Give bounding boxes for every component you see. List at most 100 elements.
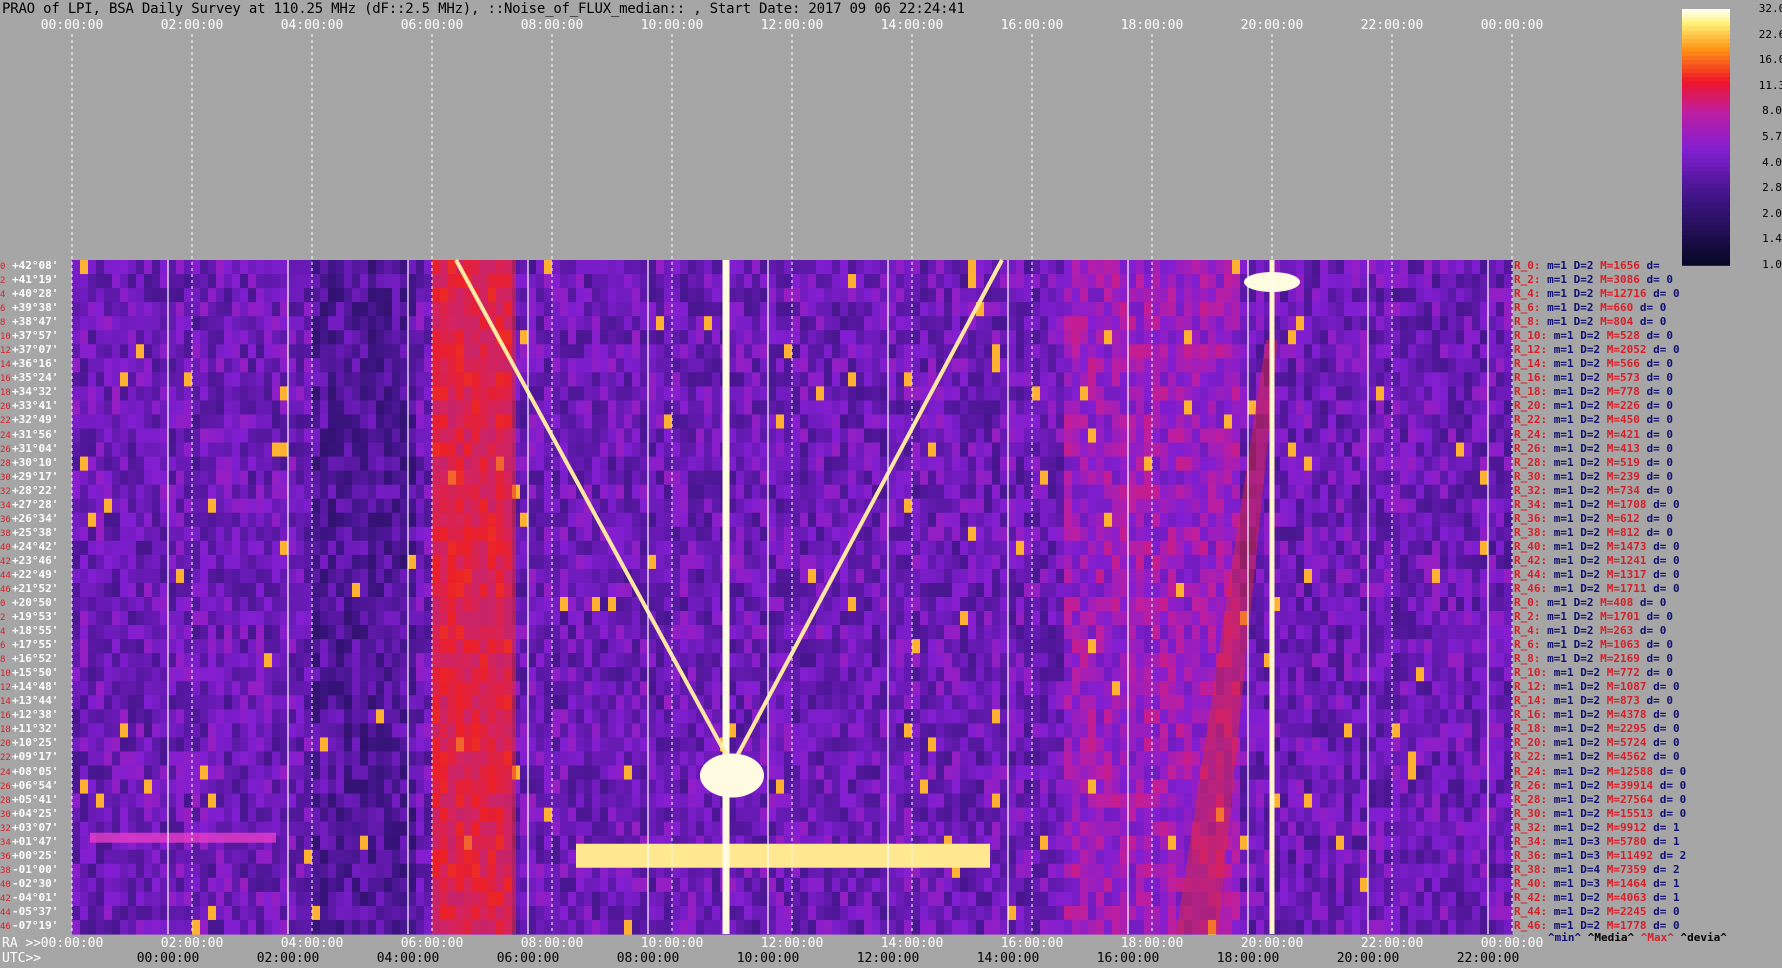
heatmap-cell <box>1432 442 1441 458</box>
heatmap-cell <box>368 358 377 373</box>
heatmap-cell <box>792 456 801 472</box>
heatmap-cell <box>992 302 1001 317</box>
heatmap-cell <box>1096 386 1105 402</box>
heatmap-cell <box>320 302 329 317</box>
heatmap-cell <box>1032 470 1041 486</box>
heatmap-cell <box>168 498 177 514</box>
heatmap-cell <box>1032 484 1041 500</box>
heatmap-cell <box>648 554 657 570</box>
heatmap-cell <box>1424 484 1433 500</box>
heatmap-cell <box>800 274 809 289</box>
heatmap-cell <box>1336 400 1345 416</box>
heatmap-cell <box>648 428 657 444</box>
heatmap-cell <box>1216 442 1225 458</box>
heatmap-cell <box>1016 400 1025 416</box>
heatmap-cell <box>624 344 633 359</box>
heatmap-cell <box>400 414 409 430</box>
heatmap-cell <box>832 288 841 303</box>
heatmap-cell <box>1144 639 1153 654</box>
heatmap-cell <box>1280 400 1289 416</box>
heatmap-cell <box>184 372 193 387</box>
heatmap-cell <box>624 288 633 303</box>
heatmap-cell <box>1248 344 1257 359</box>
heatmap-cell <box>1280 344 1289 359</box>
heatmap-cell <box>168 316 177 331</box>
heatmap-cell <box>904 568 913 584</box>
heatmap-cell <box>1008 582 1017 598</box>
heatmap-cell <box>648 260 657 275</box>
heatmap-cell <box>1184 330 1193 345</box>
heatmap-cell <box>1232 302 1241 317</box>
heatmap-cell <box>1048 442 1057 458</box>
heatmap-cell <box>1040 386 1049 402</box>
heatmap-cell <box>520 554 529 570</box>
heatmap-cell <box>1448 386 1457 402</box>
heatmap-cell <box>760 526 769 542</box>
heatmap-cell <box>376 260 385 275</box>
heatmap-cell <box>528 442 537 458</box>
heatmap-cell <box>680 274 689 289</box>
heatmap-cell <box>1416 554 1425 570</box>
heatmap-cell <box>736 386 745 402</box>
heatmap-cell <box>592 470 601 486</box>
heatmap-cell <box>1048 274 1057 289</box>
heatmap-cell <box>1464 554 1473 570</box>
heatmap-cell <box>1392 386 1401 402</box>
heatmap-cell <box>1384 400 1393 416</box>
heatmap-cell <box>256 260 265 275</box>
heatmap-cell <box>1488 625 1497 640</box>
heatmap-cell <box>216 484 225 500</box>
heatmap-cell <box>416 428 425 444</box>
heatmap-cell <box>368 639 377 654</box>
heatmap-cell <box>984 512 993 528</box>
heatmap-cell <box>1224 554 1233 570</box>
heatmap-cell <box>840 442 849 458</box>
heatmap-cell <box>1120 470 1129 486</box>
heatmap-cell <box>688 526 697 542</box>
heatmap-cell <box>280 372 289 387</box>
heatmap-cell <box>304 260 313 275</box>
heatmap-cell <box>1040 597 1049 612</box>
heatmap-cell <box>1224 400 1233 416</box>
heatmap-cell <box>1384 498 1393 514</box>
heatmap-cell <box>1064 611 1073 626</box>
heatmap-cell <box>648 442 657 458</box>
heatmap-cell <box>752 330 761 345</box>
heatmap-cell <box>1080 611 1089 626</box>
heatmap-cell <box>1448 442 1457 458</box>
heatmap-cell <box>944 568 953 584</box>
heatmap-cell <box>1488 274 1497 289</box>
heatmap-cell <box>1160 568 1169 584</box>
heatmap-cell <box>1344 260 1353 275</box>
heatmap-cell <box>624 316 633 331</box>
heatmap-cell <box>336 568 345 584</box>
heatmap-cell <box>1040 330 1049 345</box>
heatmap-cell <box>392 456 401 472</box>
heatmap-cell <box>808 372 817 387</box>
heatmap-cell <box>1040 428 1049 444</box>
heatmap-cell <box>656 344 665 359</box>
heatmap-cell <box>144 260 153 275</box>
heatmap-cell <box>224 428 233 444</box>
heatmap-cell <box>1456 372 1465 387</box>
heatmap-cell <box>760 582 769 598</box>
heatmap-cell <box>944 260 953 275</box>
heatmap-cell <box>776 470 785 486</box>
heatmap-cell <box>792 582 801 598</box>
heatmap-cell <box>1240 358 1249 373</box>
heatmap-cell <box>80 512 89 528</box>
heatmap-cell <box>160 597 169 612</box>
heatmap-cell <box>704 639 713 654</box>
heatmap-cell <box>1472 456 1481 472</box>
heatmap-cell <box>1288 358 1297 373</box>
heatmap-cell <box>536 625 545 640</box>
heatmap-cell <box>608 611 617 626</box>
heatmap-cell <box>632 288 641 303</box>
heatmap-cell <box>88 625 97 640</box>
heatmap-cell <box>112 302 121 317</box>
heatmap-cell <box>616 372 625 387</box>
heatmap-cell <box>672 400 681 416</box>
heatmap-cell <box>1072 554 1081 570</box>
heatmap-cell <box>928 484 937 500</box>
heatmap-cell <box>744 372 753 387</box>
